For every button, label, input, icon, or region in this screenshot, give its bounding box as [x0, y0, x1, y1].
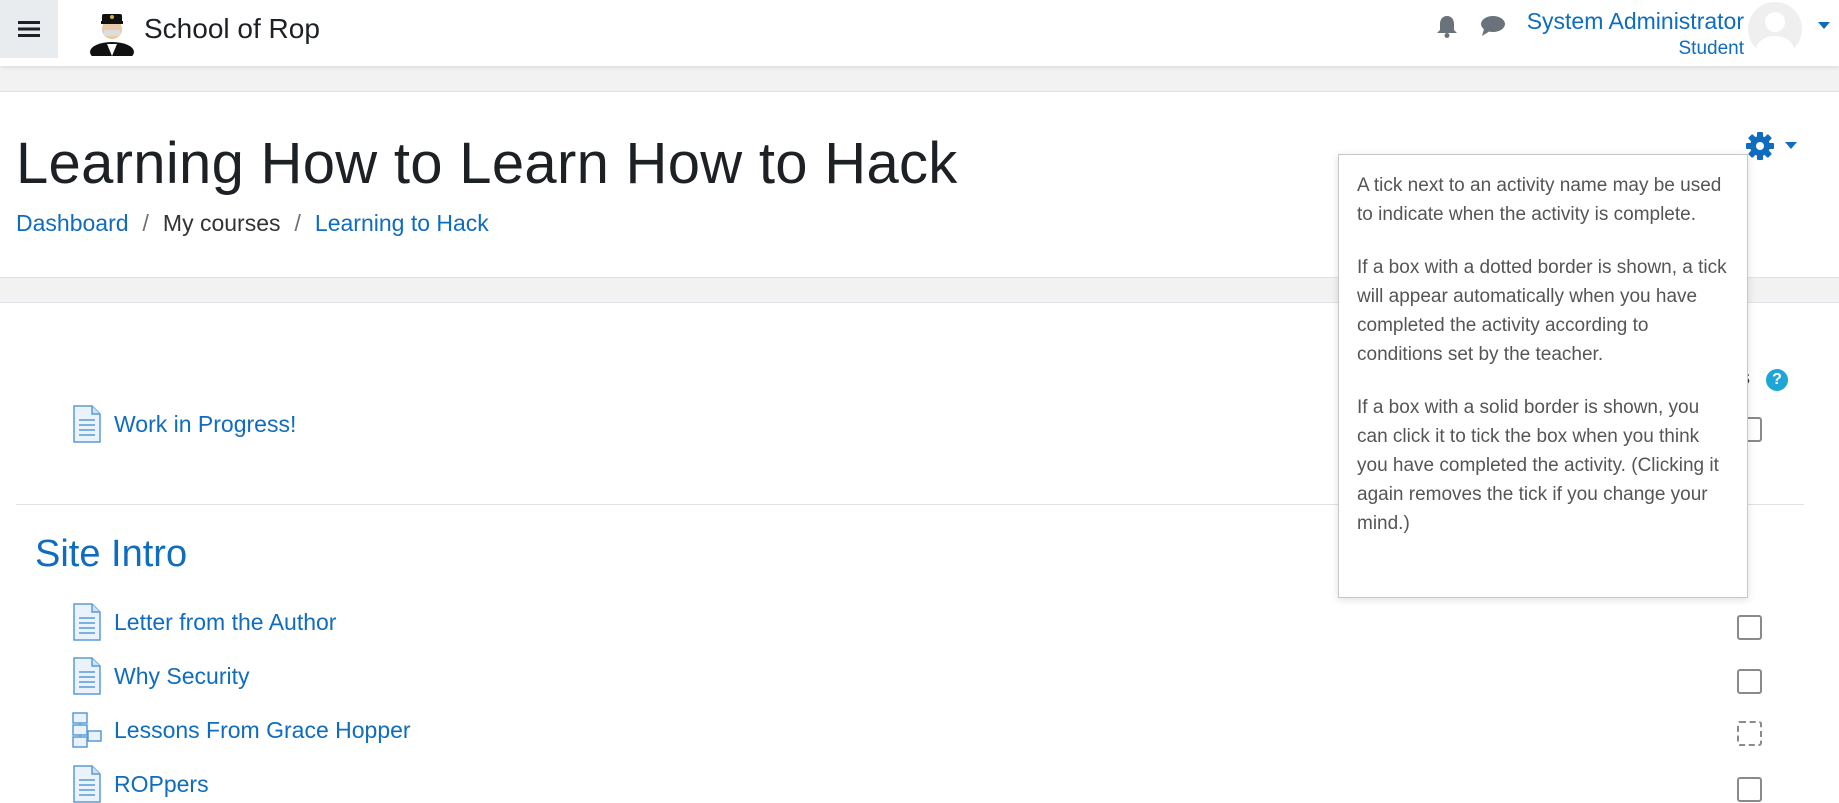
activity-link[interactable]: Lessons From Grace Hopper [114, 717, 411, 744]
completion-checkbox[interactable] [1737, 615, 1762, 640]
user-name: System Administrator [1526, 8, 1744, 34]
caret-down-icon [1785, 142, 1797, 149]
activity-link[interactable]: Why Security [114, 663, 249, 690]
completion-checkbox-auto [1737, 721, 1762, 746]
breadcrumb-dashboard[interactable]: Dashboard [16, 210, 129, 237]
activity-item[interactable]: Lessons From Grace Hopper [72, 711, 411, 749]
navbar: School of Rop System Administrator Stude… [0, 0, 1839, 66]
site-brand[interactable]: School of Rop [88, 2, 320, 56]
completion-help-popover: A tick next to an activity name may be u… [1338, 154, 1748, 598]
menu-icon [18, 21, 40, 37]
user-menu[interactable]: System Administrator Student [1520, 4, 1744, 60]
help-icon[interactable]: ? [1766, 369, 1788, 391]
activity-item[interactable]: Letter from the Author [72, 603, 336, 641]
settings-menu[interactable] [1745, 131, 1797, 161]
activity-item[interactable]: ROPpers [72, 765, 209, 803]
breadcrumb-course[interactable]: Learning to Hack [315, 210, 489, 237]
activity-link[interactable]: Work in Progress! [114, 411, 296, 438]
page-icon [73, 603, 101, 641]
breadcrumb: Dashboard / My courses / Learning to Hac… [16, 210, 489, 237]
page-icon [73, 405, 101, 443]
completion-checkbox[interactable] [1737, 669, 1762, 694]
breadcrumb-separator: / [142, 210, 149, 236]
activity-link[interactable]: Letter from the Author [114, 609, 336, 636]
activity-link[interactable]: ROPpers [114, 771, 209, 798]
bell-icon[interactable] [1436, 14, 1458, 38]
completion-checkbox[interactable] [1737, 777, 1762, 802]
activity-item[interactable]: Work in Progress! [72, 405, 296, 443]
user-role: Student [1678, 38, 1745, 59]
caret-down-icon[interactable] [1818, 22, 1830, 30]
user-avatar-icon [1756, 12, 1794, 56]
book-icon [72, 712, 102, 748]
chat-icon[interactable] [1480, 15, 1506, 37]
page-title: Learning How to Learn How to Hack [16, 131, 958, 196]
breadcrumb-my-courses: My courses [162, 210, 281, 236]
popover-paragraph: If a box with a dotted border is shown, … [1357, 257, 1727, 365]
section-title[interactable]: Site Intro [35, 533, 187, 576]
page-icon [73, 765, 101, 803]
site-name: School of Rop [144, 13, 320, 44]
page-icon [73, 657, 101, 695]
breadcrumb-separator: / [294, 210, 301, 236]
avatar[interactable] [1748, 2, 1802, 56]
popover-paragraph: If a box with a solid border is shown, y… [1357, 397, 1719, 534]
site-logo [90, 14, 134, 56]
activity-item[interactable]: Why Security [72, 657, 249, 695]
nav-icons [1436, 14, 1506, 38]
menu-toggle-button[interactable] [0, 0, 58, 58]
popover-paragraph: A tick next to an activity name may be u… [1357, 175, 1722, 225]
gear-icon [1746, 132, 1774, 160]
